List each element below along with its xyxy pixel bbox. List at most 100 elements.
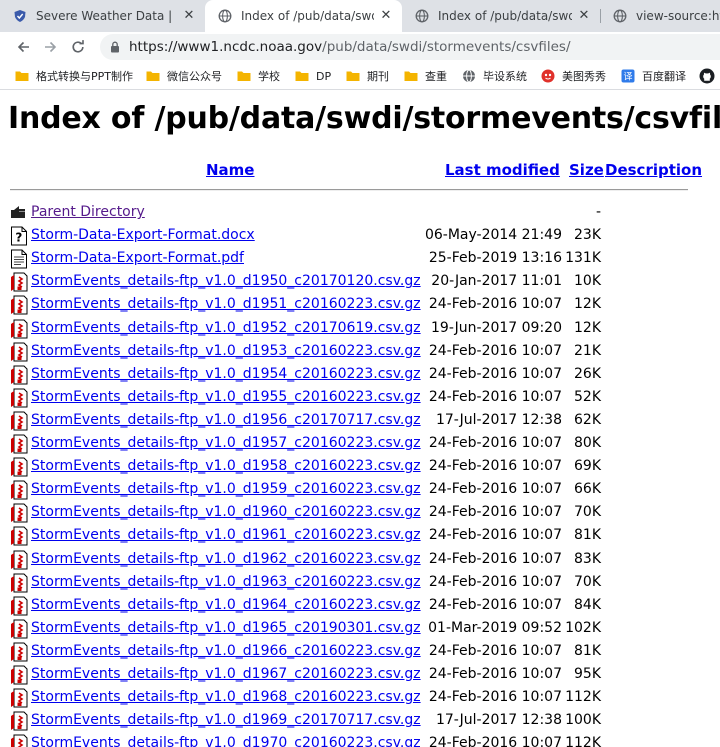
github-icon [699,68,715,84]
column-header-size[interactable]: Size [569,161,604,179]
file-link[interactable]: StormEvents_details-ftp_v1.0_d1950_c2017… [31,273,421,289]
file-link[interactable]: StormEvents_details-ftp_v1.0_d1953_c2016… [31,343,421,359]
file-size: 84K [574,596,601,613]
file-size: 102K [565,619,601,636]
file-link[interactable]: StormEvents_details-ftp_v1.0_d1954_c2016… [31,366,421,382]
tab-view-source[interactable]: view-source:https [600,0,720,32]
file-row: StormEvents_details-ftp_v1.0_d1962_c2016… [0,548,720,571]
file-size: 21K [574,342,601,359]
file-row: StormEvents_details-ftp_v1.0_d1953_c2016… [0,340,720,363]
file-row: StormEvents_details-ftp_v1.0_d1952_c2017… [0,317,720,340]
file-row: StormEvents_details-ftp_v1.0_d1964_c2016… [0,594,720,617]
file-link[interactable]: StormEvents_details-ftp_v1.0_d1968_c2016… [31,689,421,705]
file-last-modified: 20-Jan-2017 11:01 [431,273,562,290]
file-size: 23K [574,227,601,244]
file-link[interactable]: StormEvents_details-ftp_v1.0_d1965_c2019… [31,620,421,636]
file-last-modified: 19-Jun-2017 09:20 [431,319,562,336]
folder-icon [345,68,361,84]
arrow-left-icon [17,41,29,53]
bookmark-label: 期刊 [367,70,389,83]
file-link[interactable]: StormEvents_details-ftp_v1.0_d1967_c2016… [31,666,421,682]
file-link[interactable]: StormEvents_details-ftp_v1.0_d1958_c2016… [31,458,421,474]
column-header-name[interactable]: Name [206,161,254,179]
file-size: 69K [574,458,601,475]
bookmark-plagiarism-check[interactable]: 查重 [403,66,447,86]
bookmark-dp[interactable]: DP [294,66,331,86]
parent-directory-link[interactable]: Parent Directory [31,204,145,220]
bookmark-meitu[interactable]: 美图秀秀 [540,66,606,86]
file-link[interactable]: StormEvents_details-ftp_v1.0_d1963_c2016… [31,574,421,590]
file-link[interactable]: StormEvents_details-ftp_v1.0_d1955_c2016… [31,389,421,405]
bookmark-github[interactable] [699,66,720,86]
file-last-modified: 24-Feb-2016 10:07 [428,735,562,747]
column-header-description[interactable]: Description [605,161,702,179]
file-link[interactable]: StormEvents_details-ftp_v1.0_d1969_c2017… [31,712,421,728]
file-size: 70K [574,573,601,590]
file-last-modified: 24-Feb-2016 10:07 [428,481,562,498]
file-size: 81K [574,642,601,659]
file-last-modified: 24-Feb-2016 10:07 [428,504,562,521]
file-last-modified: 24-Feb-2016 10:07 [428,296,562,313]
file-last-modified: 24-Feb-2016 10:07 [428,388,562,405]
bookmark-wechat[interactable]: 微信公众号 [145,66,222,86]
file-size: 112K [565,689,601,706]
tab-close-icon[interactable]: ✕ [576,8,592,24]
file-size: 52K [574,388,601,405]
file-last-modified: 24-Feb-2016 10:07 [428,666,562,682]
bookmark-journals[interactable]: 期刊 [345,66,389,86]
file-link[interactable]: StormEvents_details-ftp_v1.0_d1959_c2016… [31,481,421,497]
bookmark-format-conversion[interactable]: 格式转换与PPT制作 [14,66,133,86]
compressed-file-icon [10,665,28,685]
compressed-file-icon [10,526,28,546]
file-link[interactable]: StormEvents_details-ftp_v1.0_d1956_c2017… [31,412,421,428]
tab-index-active[interactable]: Index of /pub/data/swdi/s ✕ [205,0,402,32]
file-link[interactable]: StormEvents_details-ftp_v1.0_d1964_c2016… [31,597,421,613]
file-last-modified: 24-Feb-2016 10:07 [428,573,562,590]
file-size: 12K [574,296,601,313]
file-row: StormEvents_details-ftp_v1.0_d1951_c2016… [0,293,720,316]
back-button[interactable] [12,35,36,59]
header-divider [10,189,688,191]
tab-title: view-source:https [636,9,720,23]
bookmark-baidu-translate[interactable]: 译 百度翻译 [620,66,686,86]
bookmark-label: 微信公众号 [167,70,222,83]
file-link[interactable]: Storm-Data-Export-Format.docx [31,227,255,243]
tab-title: Index of /pub/data/swdi/s [241,9,374,23]
file-link[interactable]: StormEvents_details-ftp_v1.0_d1970_c2016… [31,735,421,747]
reload-button[interactable] [66,35,90,59]
file-link[interactable]: StormEvents_details-ftp_v1.0_d1957_c2016… [31,435,421,451]
file-link[interactable]: StormEvents_details-ftp_v1.0_d1961_c2016… [31,527,421,543]
globe-icon [217,8,233,24]
file-link[interactable]: StormEvents_details-ftp_v1.0_d1951_c2016… [31,296,421,312]
folder-icon [236,68,252,84]
file-link[interactable]: StormEvents_details-ftp_v1.0_d1966_c2016… [31,643,421,659]
address-bar[interactable]: https://www1.ncdc.noaa.gov/pub/data/swdi… [100,34,720,60]
baidu-translate-icon: 译 [620,68,636,84]
compressed-file-icon [10,480,28,500]
bookmark-school[interactable]: 学校 [236,66,280,86]
file-size: 81K [574,527,601,544]
file-size: 70K [574,504,601,521]
column-header-last-modified[interactable]: Last modified [445,161,560,179]
bookmark-label: DP [316,69,332,83]
bookmark-thesis-system[interactable]: 毕设系统 [461,66,527,86]
tab-close-icon[interactable]: ✕ [378,8,394,24]
file-link[interactable]: StormEvents_details-ftp_v1.0_d1960_c2016… [31,504,421,520]
compressed-file-icon [10,434,28,454]
file-size: 12K [574,319,601,336]
file-link[interactable]: StormEvents_details-ftp_v1.0_d1962_c2016… [31,551,421,567]
tab-title: Severe Weather Data | Nat [36,9,177,23]
tab-index-2[interactable]: Index of /pub/data/swdi/s ✕ [402,0,600,32]
file-link[interactable]: Storm-Data-Export-Format.pdf [31,250,244,266]
bookmarks-bar: 格式转换与PPT制作 微信公众号 学校 DP 期刊 查重 毕设系统 美图秀秀 译… [0,62,720,90]
tab-close-icon[interactable]: ✕ [181,8,197,24]
file-last-modified: 17-Jul-2017 12:38 [435,712,562,729]
page-content: Index of /pub/data/swdi/stormevents/csvf… [0,91,720,747]
file-size: 131K [565,250,601,267]
forward-button[interactable] [38,35,62,59]
file-size: 95K [574,666,601,682]
tab-severe-weather[interactable]: Severe Weather Data | Nat ✕ [0,0,205,32]
file-link[interactable]: StormEvents_details-ftp_v1.0_d1952_c2017… [31,320,421,336]
file-size: 66K [574,481,601,498]
text-file-icon [10,249,28,269]
